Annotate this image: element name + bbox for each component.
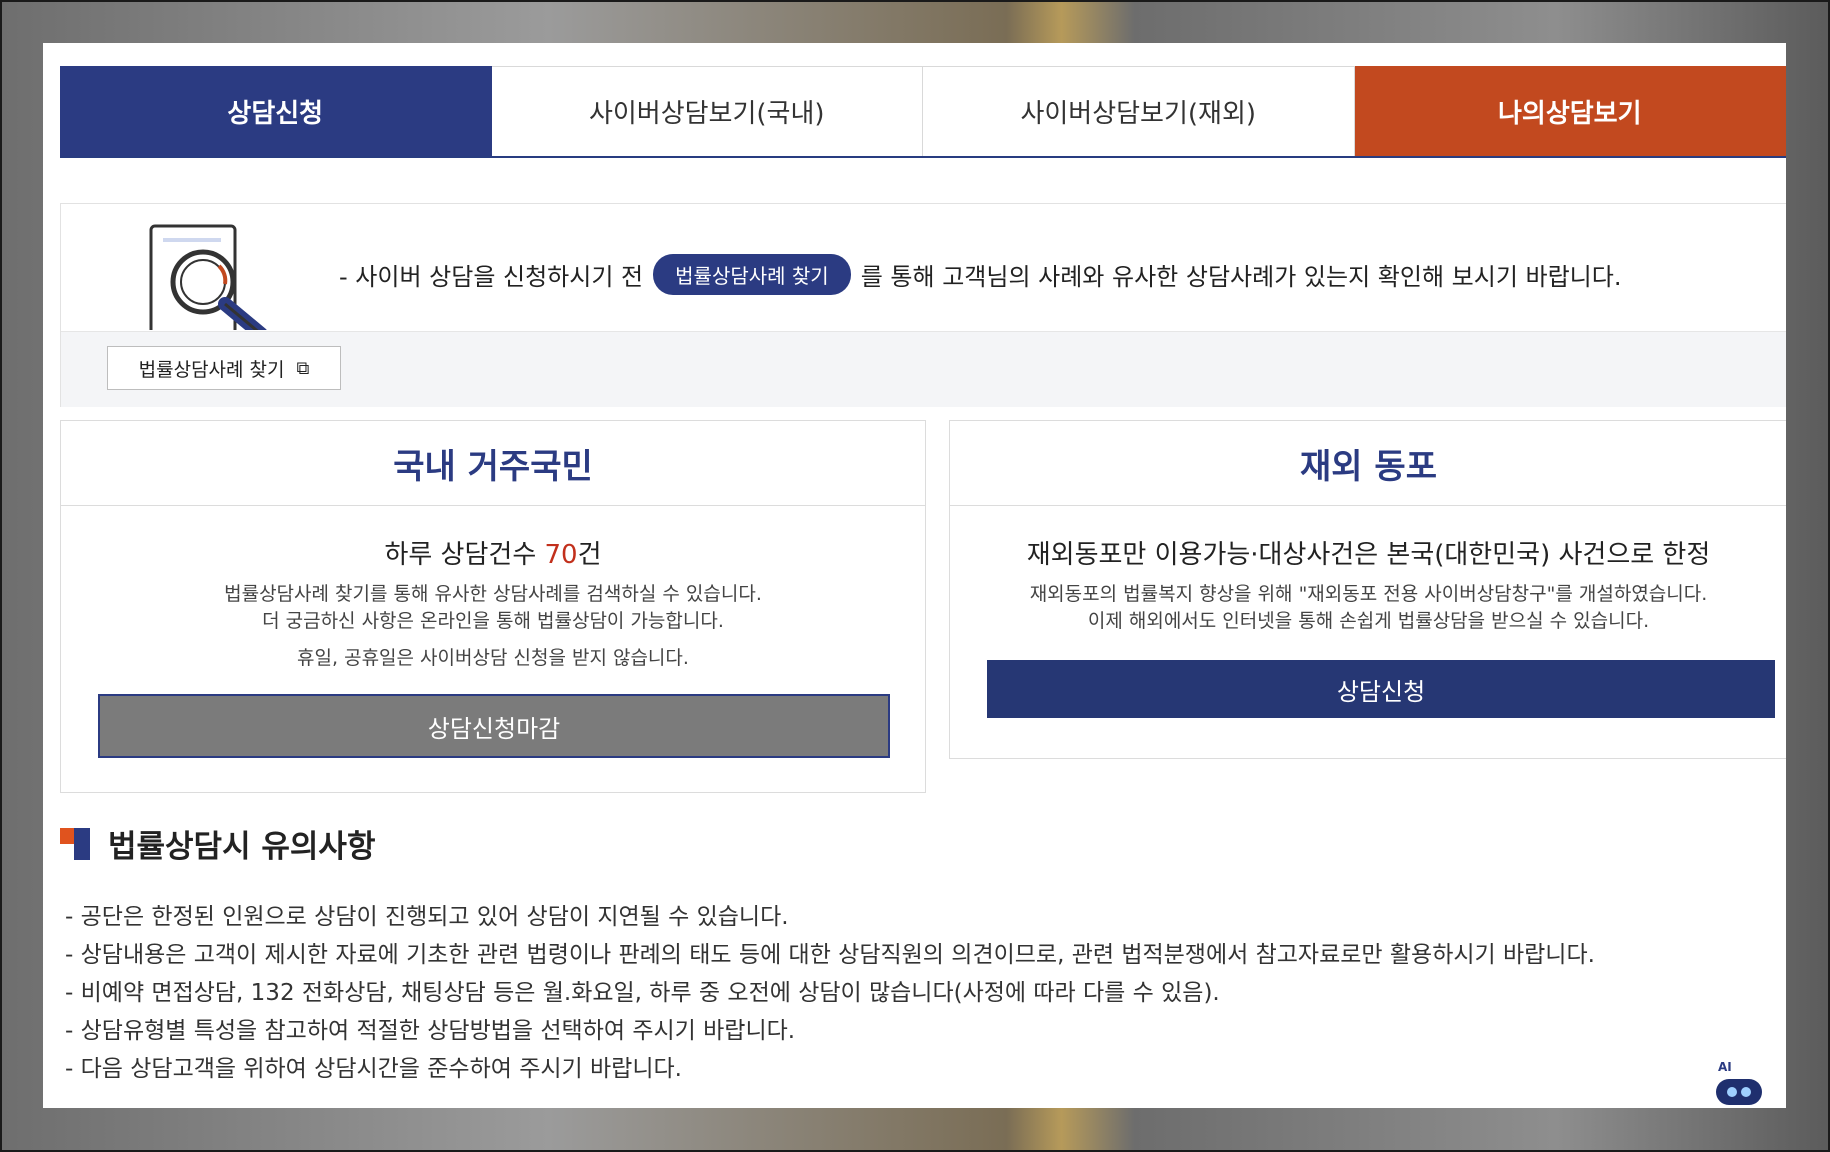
case-search-button-label: 법률상담사례 찾기 <box>138 358 285 381</box>
magnifier-document-icon <box>149 224 267 330</box>
case-search-pill[interactable]: 법률상담사례 찾기 <box>653 254 851 295</box>
domestic-description: 법률상담사례 찾기를 통해 유사한 상담사례를 검색하실 수 있습니다. 더 궁… <box>61 581 925 635</box>
tab-my-consultation[interactable]: 나의상담보기 <box>1354 66 1786 156</box>
domestic-desc-line2: 더 궁금하신 사항은 온라인을 통해 법률상담이 가능합니다. <box>262 610 724 632</box>
overseas-subtitle: 재외동포만 이용가능·대상사건은 본국(대한민국) 사건으로 한정 <box>1026 540 1711 570</box>
overseas-description: 재외동포의 법률복지 향상을 위해 "재외동포 전용 사이버상담창구"를 개설하… <box>950 581 1786 635</box>
overseas-apply-button[interactable]: 상담신청 <box>987 660 1775 718</box>
list-item: 비예약 면접상담, 132 전화상담, 채팅상담 등은 월.화요일, 하루 중 … <box>65 974 1595 1012</box>
overseas-card: 재외 동포 재외동포만 이용가능·대상사건은 본국(대한민국) 사건으로 한정 … <box>949 420 1786 759</box>
tab-cyber-overseas[interactable]: 사이버상담보기(재외) <box>923 66 1355 156</box>
caution-title: 법률상담시 유의사항 <box>108 829 376 865</box>
daily-count-number: 70 <box>544 540 578 570</box>
tab-cyber-domestic[interactable]: 사이버상담보기(국내) <box>491 66 923 156</box>
domestic-desc-line1: 법률상담사례 찾기를 통해 유사한 상담사례를 검색하실 수 있습니다. <box>224 583 762 605</box>
tab-bar: 상담신청 사이버상담보기(국내) 사이버상담보기(재외) 나의상담보기 <box>60 66 1786 158</box>
notice-text: - 사이버 상담을 신청하시기 전 법률상담사례 찾기 를 통해 고객님의 사례… <box>339 254 1621 295</box>
domestic-title: 국내 거주국민 <box>61 421 925 506</box>
daily-count-prefix: 하루 상담건수 <box>384 540 545 570</box>
ai-badge-label: AI <box>1718 1060 1732 1074</box>
case-search-button[interactable]: 법률상담사례 찾기 ⧉ <box>107 346 341 390</box>
domestic-holiday-note: 휴일, 공휴일은 사이버상담 신청을 받지 않습니다. <box>297 647 689 669</box>
external-link-icon: ⧉ <box>296 357 310 379</box>
list-item: 상담내용은 고객이 제시한 자료에 기초한 관련 법령이나 판례의 태도 등에 … <box>65 936 1595 974</box>
notice-footer: 법률상담사례 찾기 ⧉ <box>61 331 1786 407</box>
tab-apply[interactable]: 상담신청 <box>60 66 492 156</box>
section-bullet-icon <box>60 827 90 860</box>
daily-count-suffix: 건 <box>577 540 602 570</box>
ai-chatbot-icon[interactable]: AI <box>1708 1059 1770 1108</box>
consultation-page: 상담신청 사이버상담보기(국내) 사이버상담보기(재외) 나의상담보기 - 사이… <box>43 43 1786 1108</box>
overseas-desc-line1: 재외동포의 법률복지 향상을 위해 "재외동포 전용 사이버상담창구"를 개설하… <box>1029 583 1708 605</box>
domestic-daily-count: 하루 상담건수 70건 <box>61 534 925 571</box>
domestic-card: 국내 거주국민 하루 상담건수 70건 법률상담사례 찾기를 통해 유사한 상담… <box>60 420 926 793</box>
notice-box: - 사이버 상담을 신청하시기 전 법률상담사례 찾기 를 통해 고객님의 사례… <box>60 203 1786 407</box>
caution-header: 법률상담시 유의사항 <box>60 821 375 866</box>
notice-suffix: 를 통해 고객님의 사례와 유사한 상담사례가 있는지 확인해 보시기 바랍니다… <box>860 263 1622 291</box>
list-item: 상담유형별 특성을 참고하여 적절한 상담방법을 선택하여 주시기 바랍니다. <box>65 1012 1595 1050</box>
overseas-desc-line2: 이제 해외에서도 인터넷을 통해 손쉽게 법률상담을 받으실 수 있습니다. <box>1087 610 1650 632</box>
overseas-title: 재외 동포 <box>950 421 1786 506</box>
list-item: 다음 상담고객을 위하여 상담시간을 준수하여 주시기 바랍니다. <box>65 1050 1595 1088</box>
list-item: 공단은 한정된 인원으로 상담이 진행되고 있어 상담이 지연될 수 있습니다. <box>65 898 1595 936</box>
caution-list: 공단은 한정된 인원으로 상담이 진행되고 있어 상담이 지연될 수 있습니다.… <box>65 898 1595 1088</box>
notice-prefix: - 사이버 상담을 신청하시기 전 <box>339 263 644 291</box>
apply-closed-button[interactable]: 상담신청마감 <box>98 694 890 758</box>
